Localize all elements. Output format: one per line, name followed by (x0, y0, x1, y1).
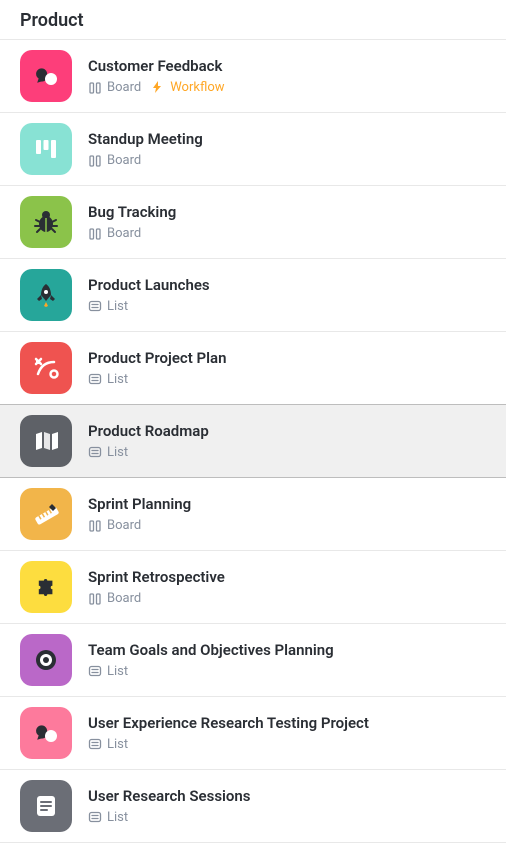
view-label: List (107, 372, 128, 387)
list-view-badge: List (88, 299, 128, 314)
view-label: List (107, 664, 128, 679)
kanban-icon (20, 123, 72, 175)
board-view-badge: Board (88, 153, 141, 168)
item-meta: List (88, 664, 494, 679)
item-title: Standup Meeting (88, 130, 494, 150)
list-view-badge: List (88, 810, 128, 825)
list-item[interactable]: Product Roadmap List (0, 404, 506, 478)
chat-icon (20, 707, 72, 759)
item-meta: Board (88, 518, 494, 533)
item-content: Bug Tracking Board (88, 203, 494, 241)
list-item[interactable]: User Research Sessions List (0, 770, 506, 843)
item-content: Product Roadmap List (88, 422, 494, 460)
item-content: Team Goals and Objectives Planning List (88, 641, 494, 679)
list-view-badge: List (88, 372, 128, 387)
item-title: Product Roadmap (88, 422, 494, 442)
item-title: Team Goals and Objectives Planning (88, 641, 494, 661)
item-title: Customer Feedback (88, 57, 494, 77)
item-title: Sprint Retrospective (88, 568, 494, 588)
item-meta: Board (88, 591, 494, 606)
item-content: Product Launches List (88, 276, 494, 314)
board-view-badge: Board (88, 591, 141, 606)
item-content: Sprint Retrospective Board (88, 568, 494, 606)
item-meta: List (88, 372, 494, 387)
item-content: Product Project Plan List (88, 349, 494, 387)
view-label: Workflow (170, 80, 224, 95)
board-view-badge: Board (88, 80, 141, 95)
item-content: Sprint Planning Board (88, 495, 494, 533)
view-label: List (107, 810, 128, 825)
puzzle-icon (20, 561, 72, 613)
item-meta: List (88, 737, 494, 752)
list-view-badge: List (88, 737, 128, 752)
view-label: List (107, 445, 128, 460)
list-item[interactable]: User Experience Research Testing Project… (0, 697, 506, 770)
item-content: Customer Feedback Board Workflow (88, 57, 494, 95)
item-meta: List (88, 810, 494, 825)
section-title: Product (0, 0, 506, 39)
list-item[interactable]: Product Project Plan List (0, 332, 506, 405)
board-view-badge: Board (88, 518, 141, 533)
workflow-view-badge: Workflow (151, 80, 224, 95)
notes-icon (20, 780, 72, 832)
item-title: Product Launches (88, 276, 494, 296)
rocket-icon (20, 269, 72, 321)
view-label: Board (107, 153, 141, 168)
item-content: User Research Sessions List (88, 787, 494, 825)
board-view-badge: Board (88, 226, 141, 241)
view-label: List (107, 737, 128, 752)
item-title: Product Project Plan (88, 349, 494, 369)
item-meta: List (88, 299, 494, 314)
view-label: Board (107, 80, 141, 95)
list-item[interactable]: Sprint Planning Board (0, 478, 506, 551)
chat-icon (20, 50, 72, 102)
list-item[interactable]: Team Goals and Objectives Planning List (0, 624, 506, 697)
item-content: Standup Meeting Board (88, 130, 494, 168)
list-item[interactable]: Sprint Retrospective Board (0, 551, 506, 624)
target-icon (20, 634, 72, 686)
list-view-badge: List (88, 445, 128, 460)
item-content: User Experience Research Testing Project… (88, 714, 494, 752)
list-item[interactable]: Bug Tracking Board (0, 186, 506, 259)
view-label: Board (107, 226, 141, 241)
map-icon (20, 415, 72, 467)
item-title: Sprint Planning (88, 495, 494, 515)
item-meta: Board (88, 153, 494, 168)
list-item[interactable]: Customer Feedback Board Workflow (0, 40, 506, 113)
item-meta: Board Workflow (88, 80, 494, 95)
list-item[interactable]: Standup Meeting Board (0, 113, 506, 186)
item-meta: List (88, 445, 494, 460)
item-title: User Experience Research Testing Project (88, 714, 494, 734)
ruler-icon (20, 488, 72, 540)
item-title: Bug Tracking (88, 203, 494, 223)
view-label: Board (107, 591, 141, 606)
item-title: User Research Sessions (88, 787, 494, 807)
view-label: Board (107, 518, 141, 533)
list-view-badge: List (88, 664, 128, 679)
view-label: List (107, 299, 128, 314)
items-list: Customer Feedback Board Workflow Standup Me… (0, 39, 506, 843)
list-item[interactable]: Product Launches List (0, 259, 506, 332)
item-meta: Board (88, 226, 494, 241)
strategy-icon (20, 342, 72, 394)
bug-icon (20, 196, 72, 248)
